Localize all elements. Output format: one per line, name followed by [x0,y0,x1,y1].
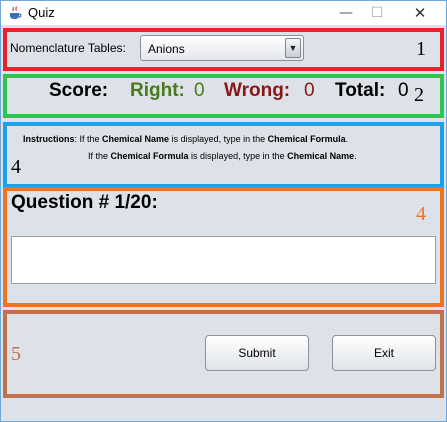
nomenclature-dropdown[interactable]: Anions ▼ [140,35,304,61]
annotation-number-2: 2 [414,84,424,106]
chevron-down-icon[interactable]: ▼ [285,38,301,58]
annotation-number-4-instructions: 4 [11,156,21,178]
wrong-value: 0 [304,80,315,101]
title-bar[interactable]: Quiz — ☐ ✕ [1,1,446,25]
annotation-number-4-question: 4 [416,203,426,225]
question-title: Question # 1/20: [11,192,158,213]
maximize-button[interactable]: ☐ [362,1,392,25]
score-label: Score: [49,80,109,101]
submit-button[interactable]: Submit [205,335,309,371]
minimize-button[interactable]: — [331,1,361,25]
instructions-line-1: Instructions: If the Chemical Name is di… [23,134,349,144]
total-value: 0 [398,80,409,101]
right-label: Right: [130,80,185,101]
window-title: Quiz [28,5,55,20]
annotation-number-1: 1 [416,38,426,60]
total-label: Total: [335,80,386,101]
nomenclature-label: Nomenclature Tables: [10,41,126,55]
instructions-line-2: If the Chemical Formula is displayed, ty… [88,151,357,161]
answer-input[interactable] [11,236,436,284]
wrong-label: Wrong: [224,80,291,101]
close-button[interactable]: ✕ [405,1,435,25]
right-value: 0 [194,80,205,101]
quiz-window: Quiz — ☐ ✕ 1 Nomenclature Tables: Anions… [0,0,447,422]
exit-button[interactable]: Exit [332,335,436,371]
annotation-number-5: 5 [11,343,21,365]
java-cup-icon [10,6,22,19]
nomenclature-selected: Anions [148,42,185,56]
